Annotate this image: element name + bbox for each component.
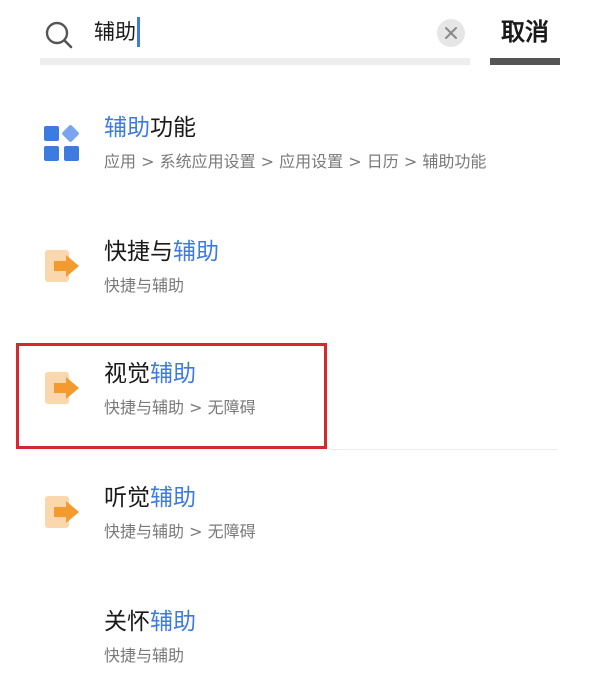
result-item-care-accessibility[interactable]: 关怀辅助 快捷与辅助 (0, 592, 600, 682)
cancel-button[interactable]: 取消 (490, 12, 560, 52)
result-item-accessibility-features[interactable]: 辅助功能 应用 > 系统应用设置 > 应用设置 > 日历 > 辅助功能 (0, 96, 600, 206)
text-caret (137, 17, 140, 47)
search-icon (45, 21, 73, 49)
close-icon (445, 27, 457, 39)
result-title: 辅助功能 (104, 115, 196, 141)
result-path: 快捷与辅助 (104, 276, 185, 295)
selection-highlight-box (16, 343, 327, 449)
result-item-shortcuts-and-accessibility[interactable]: 快捷与辅助 快捷与辅助 (0, 220, 600, 330)
result-path: 应用 > 系统应用设置 > 应用设置 > 日历 > 辅助功能 (104, 152, 487, 171)
search-input[interactable]: 辅助 (94, 15, 140, 49)
result-item-hearing-accessibility[interactable]: 听觉辅助 快捷与辅助 > 无障碍 (0, 468, 600, 578)
result-title: 关怀辅助 (104, 609, 196, 635)
apps-grid-icon (44, 125, 79, 161)
search-query-text: 辅助 (94, 20, 136, 44)
shortcut-arrow-icon (45, 250, 79, 282)
search-underline (40, 58, 470, 65)
result-title: 听觉辅助 (104, 485, 196, 511)
result-path: 快捷与辅助 > 无障碍 (104, 522, 256, 541)
shortcut-arrow-icon (45, 496, 79, 528)
clear-search-button[interactable] (437, 19, 465, 47)
result-path: 快捷与辅助 (104, 646, 185, 665)
cancel-underline (490, 58, 560, 65)
result-title: 快捷与辅助 (104, 239, 219, 265)
divider (330, 449, 558, 450)
search-bar: 辅助 取消 (0, 0, 600, 66)
